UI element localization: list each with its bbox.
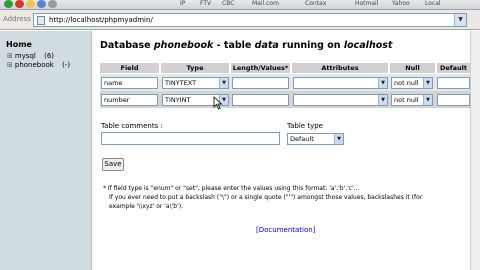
table-comments-input[interactable] bbox=[101, 132, 280, 145]
note-line-2: If you ever need to put a backslash ("\"… bbox=[109, 194, 423, 201]
heading-table: data bbox=[254, 40, 279, 51]
heading-suffix: running on bbox=[278, 40, 344, 51]
save-button[interactable]: Save bbox=[102, 158, 124, 171]
table-type-label: Table type bbox=[287, 122, 323, 130]
chevron-down-icon[interactable]: ▼ bbox=[378, 95, 387, 105]
type-value: TINYTEXT bbox=[165, 79, 197, 87]
chevron-down-icon[interactable]: ▼ bbox=[219, 78, 228, 88]
page-icon bbox=[37, 16, 45, 25]
col-head-attributes: Attributes bbox=[292, 63, 388, 73]
left-frame: Home ⊞ mysql (6) ⊞ phonebook (-) bbox=[0, 31, 92, 270]
bookmark-local[interactable]: Local bbox=[425, 0, 441, 9]
chevron-down-icon[interactable]: ▼ bbox=[454, 14, 466, 26]
db-count: (6) bbox=[44, 52, 55, 60]
heading-db: phonebook bbox=[153, 40, 214, 51]
back-icon[interactable] bbox=[4, 0, 13, 8]
default-input[interactable] bbox=[437, 77, 470, 89]
expand-icon[interactable]: ⊞ bbox=[7, 52, 13, 60]
bookmark-contax[interactable]: Contax bbox=[305, 0, 326, 9]
length-input[interactable] bbox=[232, 77, 289, 89]
search-icon[interactable] bbox=[48, 0, 57, 8]
chevron-down-icon[interactable]: ▼ bbox=[334, 134, 343, 144]
vertical-scrollbar[interactable] bbox=[470, 31, 480, 270]
forward-icon[interactable] bbox=[15, 0, 24, 8]
bookmark-yahoo[interactable]: Yahoo bbox=[392, 0, 410, 9]
heading-prefix: Database bbox=[100, 40, 154, 51]
bookmark-cbc[interactable]: CBC bbox=[222, 0, 234, 9]
bookmark-mail[interactable]: Mail.com bbox=[252, 0, 279, 9]
expand-icon[interactable]: ⊞ bbox=[7, 61, 13, 69]
home-link[interactable]: Home bbox=[6, 40, 32, 49]
default-input[interactable] bbox=[437, 94, 470, 106]
bookmark-hotmail[interactable]: Hotmail bbox=[355, 0, 378, 9]
col-head-default: Default bbox=[437, 63, 470, 73]
bookmark-ip[interactable]: IP bbox=[180, 0, 185, 9]
heading-mid: - table bbox=[213, 40, 255, 51]
null-value: not null bbox=[394, 96, 419, 104]
col-head-null: Null bbox=[390, 63, 435, 73]
attributes-select[interactable]: ▼ bbox=[293, 94, 388, 106]
null-value: not null bbox=[394, 79, 419, 87]
col-head-type: Type bbox=[161, 63, 229, 73]
url-text: http://localhost/phpmyadmin/ bbox=[49, 16, 153, 24]
refresh-icon[interactable] bbox=[37, 0, 46, 8]
col-head-length: Length/Values* bbox=[231, 63, 290, 73]
heading-host: localhost bbox=[343, 40, 393, 51]
length-input[interactable] bbox=[232, 94, 289, 106]
note-line-3: example '\\xyz' or 'a\'b'). bbox=[109, 203, 183, 210]
table-type-value: Default bbox=[290, 135, 314, 143]
documentation-link[interactable]: [Documentation] bbox=[256, 226, 315, 234]
chevron-down-icon[interactable]: ▼ bbox=[423, 95, 432, 105]
chevron-down-icon[interactable]: ▼ bbox=[423, 78, 432, 88]
field-number-input[interactable]: number bbox=[101, 94, 158, 106]
url-input[interactable]: http://localhost/phpmyadmin/ ▼ bbox=[33, 13, 467, 27]
attributes-select[interactable]: ▼ bbox=[293, 77, 388, 89]
page-title: Database phonebook - table data running … bbox=[100, 40, 392, 51]
note-line-1: * If field type is "enum" or "set", plea… bbox=[103, 185, 360, 192]
bookmark-ftv[interactable]: FTV bbox=[200, 0, 211, 9]
address-bar: Address http://localhost/phpmyadmin/ ▼ bbox=[0, 10, 480, 30]
address-label: Address bbox=[3, 15, 31, 23]
db-name: phonebook bbox=[14, 61, 54, 69]
db-count: (-) bbox=[62, 61, 71, 69]
col-head-field: Field bbox=[100, 63, 159, 73]
table-comments-label: Table comments : bbox=[101, 122, 163, 130]
mouse-cursor-icon bbox=[213, 96, 223, 110]
home-icon[interactable] bbox=[26, 0, 35, 8]
null-select[interactable]: not null ▼ bbox=[391, 77, 433, 89]
db-name: mysql bbox=[14, 52, 36, 60]
table-type-select[interactable]: Default ▼ bbox=[287, 133, 344, 145]
type-select[interactable]: TINYTEXT ▼ bbox=[162, 77, 229, 89]
chevron-down-icon[interactable]: ▼ bbox=[378, 78, 387, 88]
db-item-mysql[interactable]: ⊞ mysql (6) bbox=[7, 52, 54, 60]
browser-toolbar: IP FTV CBC Mail.com Contax Hotmail Yahoo… bbox=[0, 0, 480, 10]
db-item-phonebook[interactable]: ⊞ phonebook (-) bbox=[7, 61, 70, 69]
field-name-input[interactable]: name bbox=[101, 77, 158, 89]
type-value: TINYINT bbox=[165, 96, 191, 104]
null-select[interactable]: not null ▼ bbox=[391, 94, 433, 106]
